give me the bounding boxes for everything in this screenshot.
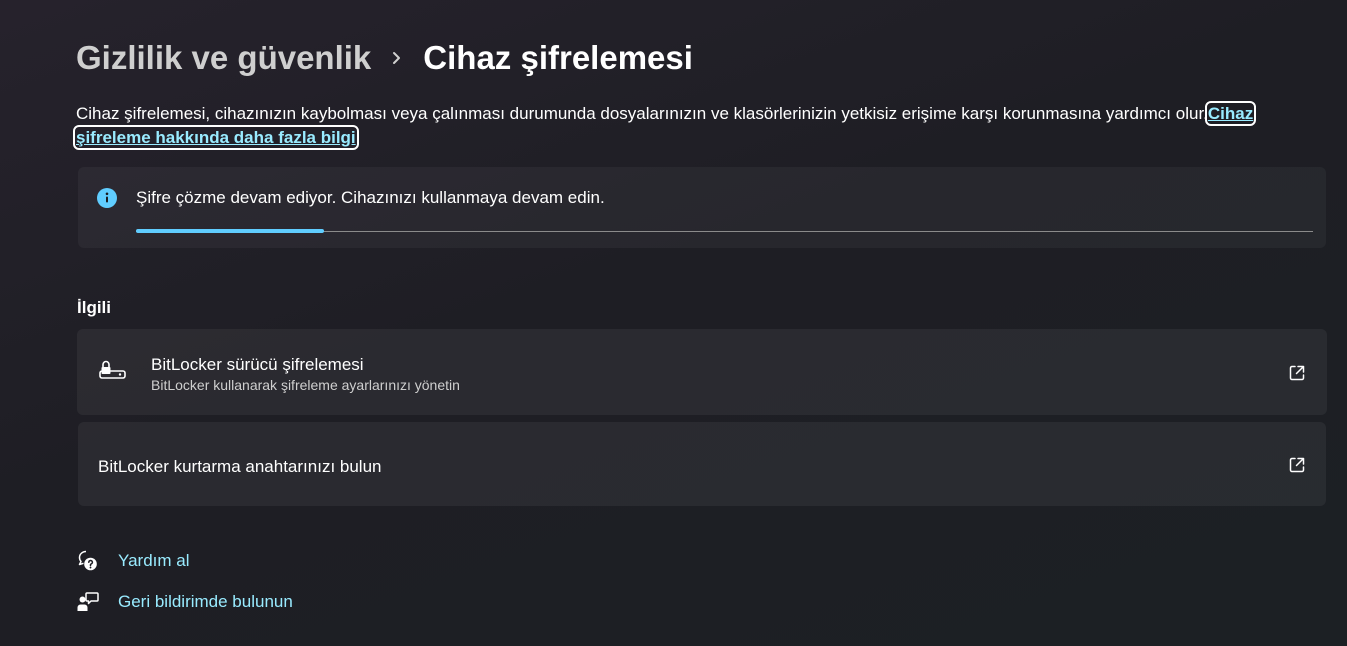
find-recovery-key-item[interactable]: BitLocker kurtarma anahtarınızı bulun [78,422,1326,506]
give-feedback-link[interactable]: Geri bildirimde bulunun [76,590,293,614]
get-help-link[interactable]: Yardım al [76,549,190,573]
breadcrumb: Gizlilik ve güvenlik Cihaz şifrelemesi [76,36,693,80]
info-icon [97,188,117,208]
bitlocker-item-title: BitLocker sürücü şifrelemesi [151,355,364,374]
help-chat-icon [76,549,100,573]
feedback-person-icon [76,590,100,614]
page-description: Cihaz şifrelemesi, cihazınızın kaybolmas… [72,101,1276,150]
give-feedback-label: Geri bildirimde bulunun [118,592,293,611]
page-title: Cihaz şifrelemesi [423,39,693,76]
breadcrumb-parent[interactable]: Gizlilik ve güvenlik [76,39,371,77]
open-external-icon [1288,364,1306,382]
status-message: Şifre çözme devam ediyor. Cihazınızı kul… [136,188,605,207]
decryption-status-card: Şifre çözme devam ediyor. Cihazınızı kul… [78,167,1326,248]
lock-drive-icon [99,360,127,380]
progress-bar [136,229,324,233]
get-help-label: Yardım al [118,551,190,570]
open-external-icon [1288,456,1306,474]
bitlocker-drive-encryption-item[interactable]: BitLocker sürücü şifrelemesi BitLocker k… [77,329,1327,415]
description-text: Cihaz şifrelemesi, cihazınızın kaybolmas… [76,104,1208,123]
related-section-title: İlgili [77,298,111,317]
bitlocker-item-subtitle: BitLocker kullanarak şifreleme ayarların… [151,377,460,393]
recovery-item-title: BitLocker kurtarma anahtarınızı bulun [98,457,382,476]
chevron-right-icon [371,51,423,65]
